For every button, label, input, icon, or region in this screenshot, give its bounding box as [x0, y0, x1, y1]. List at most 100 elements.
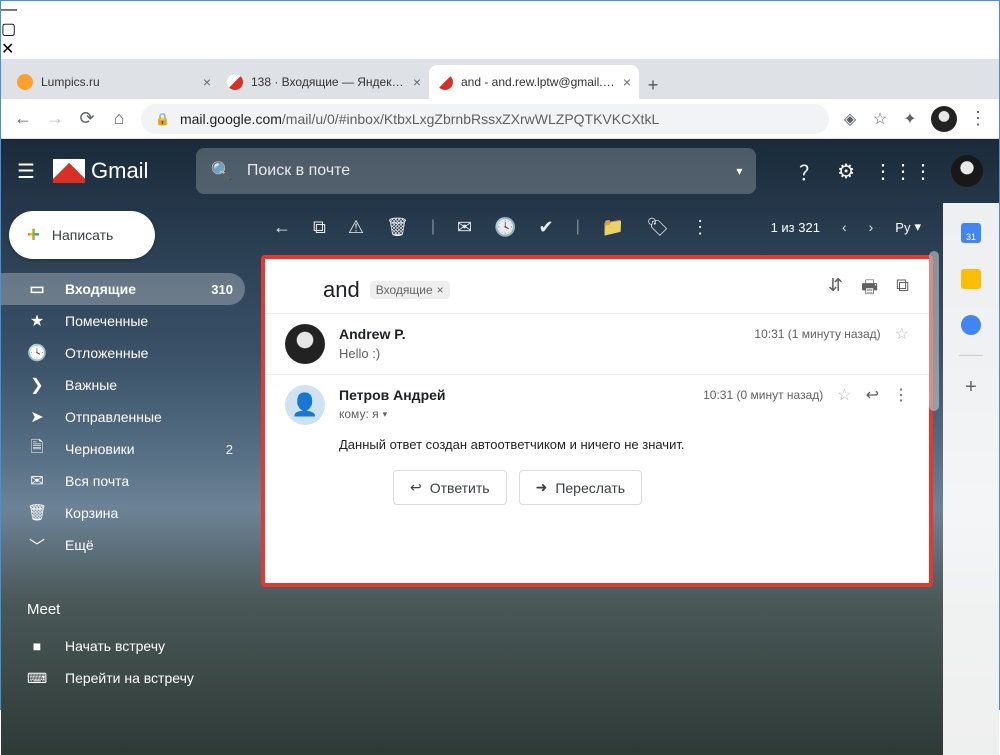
compose-button[interactable]: + Написать	[9, 211, 155, 259]
important-icon: ❯	[27, 375, 47, 395]
extensions-puzzle-icon[interactable]: ✦	[901, 110, 919, 128]
account-avatar[interactable]	[951, 155, 983, 187]
message-recipient[interactable]: кому: я ▾	[339, 407, 909, 421]
main-menu-icon[interactable]: ☰	[17, 159, 41, 184]
window-minimize[interactable]: —	[1, 1, 999, 19]
mail-icon: ✉	[27, 471, 47, 491]
sent-icon: ➤	[27, 407, 47, 427]
search-box[interactable]: 🔍 ▾	[196, 148, 756, 194]
back-arrow-icon[interactable]: ←	[273, 217, 291, 238]
sidebar-item-count: 310	[211, 282, 233, 297]
sidebar-item-label: Ещё	[65, 537, 233, 553]
gmail-logo[interactable]: Gmail	[53, 158, 148, 184]
compose-label: Написать	[52, 227, 113, 243]
profile-avatar[interactable]	[931, 106, 957, 132]
forward-button[interactable]: ➜ Переслать	[519, 470, 643, 505]
divider	[959, 355, 983, 356]
more-icon[interactable]: ⋮	[893, 385, 909, 405]
sidebar-item-starred[interactable]: ★ Помеченные	[1, 305, 245, 337]
sidebar-item-inbox[interactable]: ▭ Входящие 310	[1, 273, 245, 305]
moveto-icon[interactable]: 📁	[602, 217, 624, 238]
tasks-icon[interactable]	[961, 315, 981, 335]
reply-button[interactable]: ↩ Ответить	[393, 470, 507, 505]
apps-grid-icon[interactable]: ⋮⋮⋮	[873, 159, 933, 184]
sidebar-item-allmail[interactable]: ✉ Вся почта	[1, 465, 245, 497]
sidebar-item-sent[interactable]: ➤ Отправленные	[1, 401, 245, 433]
delete-icon[interactable]: 🗑	[386, 217, 409, 238]
sidebar-item-label: Важные	[65, 377, 233, 393]
more-icon[interactable]: ⋮	[691, 217, 709, 238]
open-new-window-icon[interactable]: ⧉	[896, 275, 909, 305]
sidebar-item-important[interactable]: ❯ Важные	[1, 369, 245, 401]
meet-section-title: Meet	[27, 601, 249, 618]
gmail-app: ☰ Gmail 🔍 ▾ ？ ⚙ ⋮⋮⋮ + Написать ▭ Входящи…	[1, 139, 999, 755]
draft-icon: 🗎	[27, 436, 47, 463]
browser-tab[interactable]: Lumpics.ru ×	[9, 65, 219, 99]
sidebar-item-label: Черновики	[65, 441, 208, 457]
prev-message-icon[interactable]: ‹	[842, 219, 847, 235]
browser-tab-active[interactable]: and - and.rew.lptw@gmail.com - ×	[429, 65, 639, 99]
search-icon: 🔍	[210, 161, 232, 182]
search-input[interactable]	[247, 162, 723, 180]
sidebar-item-drafts[interactable]: 🗎 Черновики 2	[1, 433, 245, 465]
nav-back-icon[interactable]: ←	[13, 109, 33, 129]
window-maximize[interactable]: ▢	[1, 19, 999, 39]
forward-icon: ➜	[536, 479, 548, 496]
message-snippet: Hello :)	[339, 346, 909, 361]
search-options-icon[interactable]: ▾	[736, 164, 742, 178]
keep-icon[interactable]	[961, 269, 981, 289]
browser-menu-icon[interactable]: ⋮	[969, 108, 987, 129]
browser-tabstrip: Lumpics.ru × 138 · Входящие — Яндекс.Поч…	[1, 59, 999, 99]
close-icon[interactable]: ×	[623, 74, 631, 90]
bookmark-star-icon[interactable]: ☆	[871, 110, 889, 128]
keyboard-icon: ⌨	[27, 670, 47, 687]
addtask-icon[interactable]: ✔	[539, 217, 554, 238]
input-lang-button[interactable]: Ру ▾	[895, 219, 921, 235]
nav-home-icon[interactable]: ⌂	[109, 109, 129, 129]
support-icon[interactable]: ？	[799, 157, 819, 186]
sidebar-item-trash[interactable]: 🗑 Корзина	[1, 497, 245, 529]
star-icon[interactable]: ☆	[895, 324, 909, 344]
star-icon: ★	[27, 311, 47, 331]
sidebar-item-label: Вся почта	[65, 473, 233, 489]
sidebar: + Написать ▭ Входящие 310 ★ Помеченные 🕓…	[1, 203, 257, 694]
sidebar-item-snoozed[interactable]: 🕓 Отложенные	[1, 337, 245, 369]
inbox-icon: ▭	[27, 279, 47, 299]
labels-icon[interactable]: 🏷	[646, 217, 669, 238]
snooze-icon[interactable]: 🕓	[494, 217, 516, 238]
plus-icon: +	[27, 222, 40, 248]
close-icon[interactable]: ×	[413, 74, 421, 90]
next-message-icon[interactable]: ›	[869, 219, 874, 235]
sidebar-item-label: Корзина	[65, 505, 233, 521]
thread-message-collapsed[interactable]: Andrew P. 10:31 (1 минуту назад) ☆ Hello…	[265, 313, 929, 374]
address-bar[interactable]: 🔒 mail.google.com/mail/u/0/#inbox/KtbxLx…	[141, 104, 829, 134]
print-icon[interactable]: 🖶	[861, 275, 878, 305]
star-icon[interactable]: ☆	[837, 385, 851, 405]
spam-icon[interactable]: ⚠	[348, 217, 364, 238]
window-close[interactable]: ✕	[1, 39, 999, 59]
close-icon[interactable]: ×	[203, 74, 211, 90]
settings-gear-icon[interactable]: ⚙	[837, 159, 855, 184]
nav-reload-icon[interactable]: ⟳	[77, 109, 97, 129]
reply-icon[interactable]: ↩	[866, 385, 879, 405]
meet-join-button[interactable]: ⌨ Перейти на встречу	[27, 662, 249, 694]
remove-label-icon[interactable]: ×	[437, 283, 444, 297]
new-tab-button[interactable]: +	[639, 71, 667, 99]
message-label-chip[interactable]: Входящие ×	[370, 281, 450, 299]
archive-icon[interactable]: ⧉	[313, 217, 326, 238]
sidebar-item-more[interactable]: ﹀ Ещё	[1, 529, 245, 561]
main-scrollbar[interactable]	[926, 251, 942, 751]
browser-tab[interactable]: 138 · Входящие — Яндекс.Почта ×	[219, 65, 429, 99]
trash-icon: 🗑	[27, 503, 47, 523]
chevron-down-icon: ﹀	[27, 533, 47, 557]
lock-icon: 🔒	[155, 112, 170, 126]
extension-icon[interactable]: ◈	[841, 110, 859, 128]
add-addon-icon[interactable]: +	[965, 376, 977, 399]
markunread-icon[interactable]: ✉	[457, 217, 472, 238]
message-timestamp: 10:31 (1 минуту назад)	[754, 327, 880, 341]
gmail-favicon-icon	[437, 74, 453, 90]
favicon-icon	[227, 74, 243, 90]
calendar-icon[interactable]: 31	[961, 223, 981, 243]
meet-start-button[interactable]: ■ Начать встречу	[27, 630, 249, 662]
expand-collapse-icon[interactable]: ⇵	[828, 275, 843, 305]
